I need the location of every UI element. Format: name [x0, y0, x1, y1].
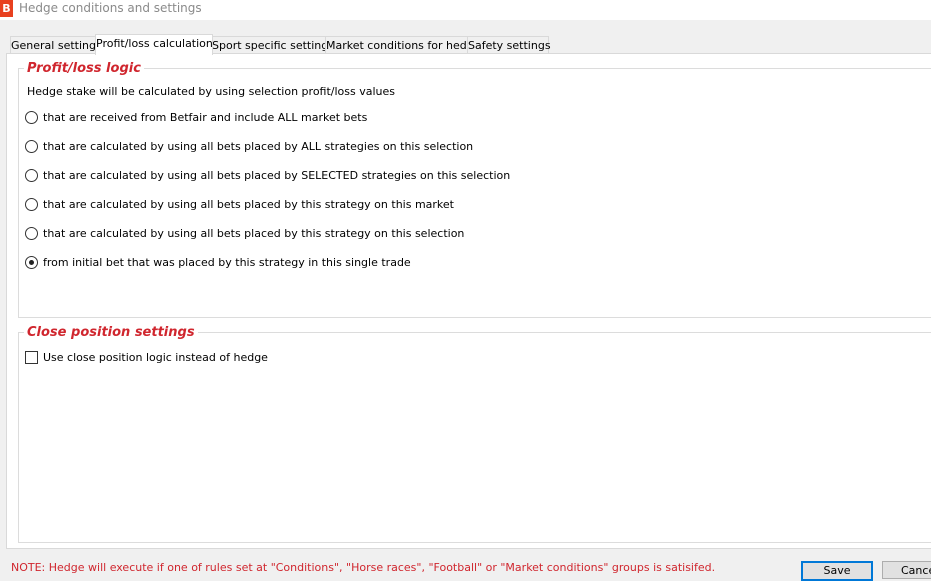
- window-title: Hedge conditions and settings: [19, 1, 202, 15]
- profit-loss-legend: Profit/loss logic: [24, 61, 144, 76]
- profit-loss-group: Profit/loss logic Hedge stake will be ca…: [18, 61, 931, 318]
- radio-label: that are calculated by using all bets pl…: [43, 140, 474, 153]
- cancel-button[interactable]: Cancel: [882, 561, 931, 579]
- save-button[interactable]: Save: [801, 561, 873, 581]
- tab-bar: General settings Profit/loss calculation…: [0, 34, 931, 55]
- tab-sport-specific-settings[interactable]: Sport specific settings: [211, 36, 334, 54]
- radio-button[interactable]: [25, 227, 38, 240]
- radio-label: that are calculated by using all bets pl…: [43, 169, 511, 182]
- radio-button[interactable]: [25, 198, 38, 211]
- radio-label: that are calculated by using all bets pl…: [43, 198, 454, 211]
- checkbox[interactable]: [25, 351, 38, 364]
- close-position-group: Close position settings Use close positi…: [18, 325, 931, 543]
- close-position-legend: Close position settings: [24, 325, 198, 340]
- radio-button[interactable]: [25, 111, 38, 124]
- radio-button[interactable]: [25, 169, 38, 182]
- tab-safety-settings[interactable]: Safety settings: [467, 36, 551, 54]
- radio-button[interactable]: [25, 140, 38, 153]
- hedge-note: NOTE: Hedge will execute if one of rules…: [11, 561, 716, 574]
- tab-profit-loss-calculation[interactable]: Profit/loss calculation: [95, 34, 213, 55]
- radio-label: that are calculated by using all bets pl…: [43, 227, 465, 240]
- radio-label: from initial bet that was placed by this…: [43, 256, 411, 269]
- radio-button-selected[interactable]: [25, 256, 38, 269]
- tab-panel-profit-loss: Profit/loss logic Hedge stake will be ca…: [6, 53, 931, 549]
- checkbox-label: Use close position logic instead of hedg…: [43, 351, 268, 364]
- radio-label: that are received from Betfair and inclu…: [43, 111, 368, 124]
- app-logo-icon: B: [0, 0, 13, 17]
- title-bar: B Hedge conditions and settings: [0, 0, 931, 20]
- tab-market-conditions-for-hedge[interactable]: Market conditions for hedge: [325, 36, 481, 54]
- profit-loss-description: Hedge stake will be calculated by using …: [27, 85, 396, 98]
- tab-general-settings[interactable]: General settings: [10, 36, 102, 54]
